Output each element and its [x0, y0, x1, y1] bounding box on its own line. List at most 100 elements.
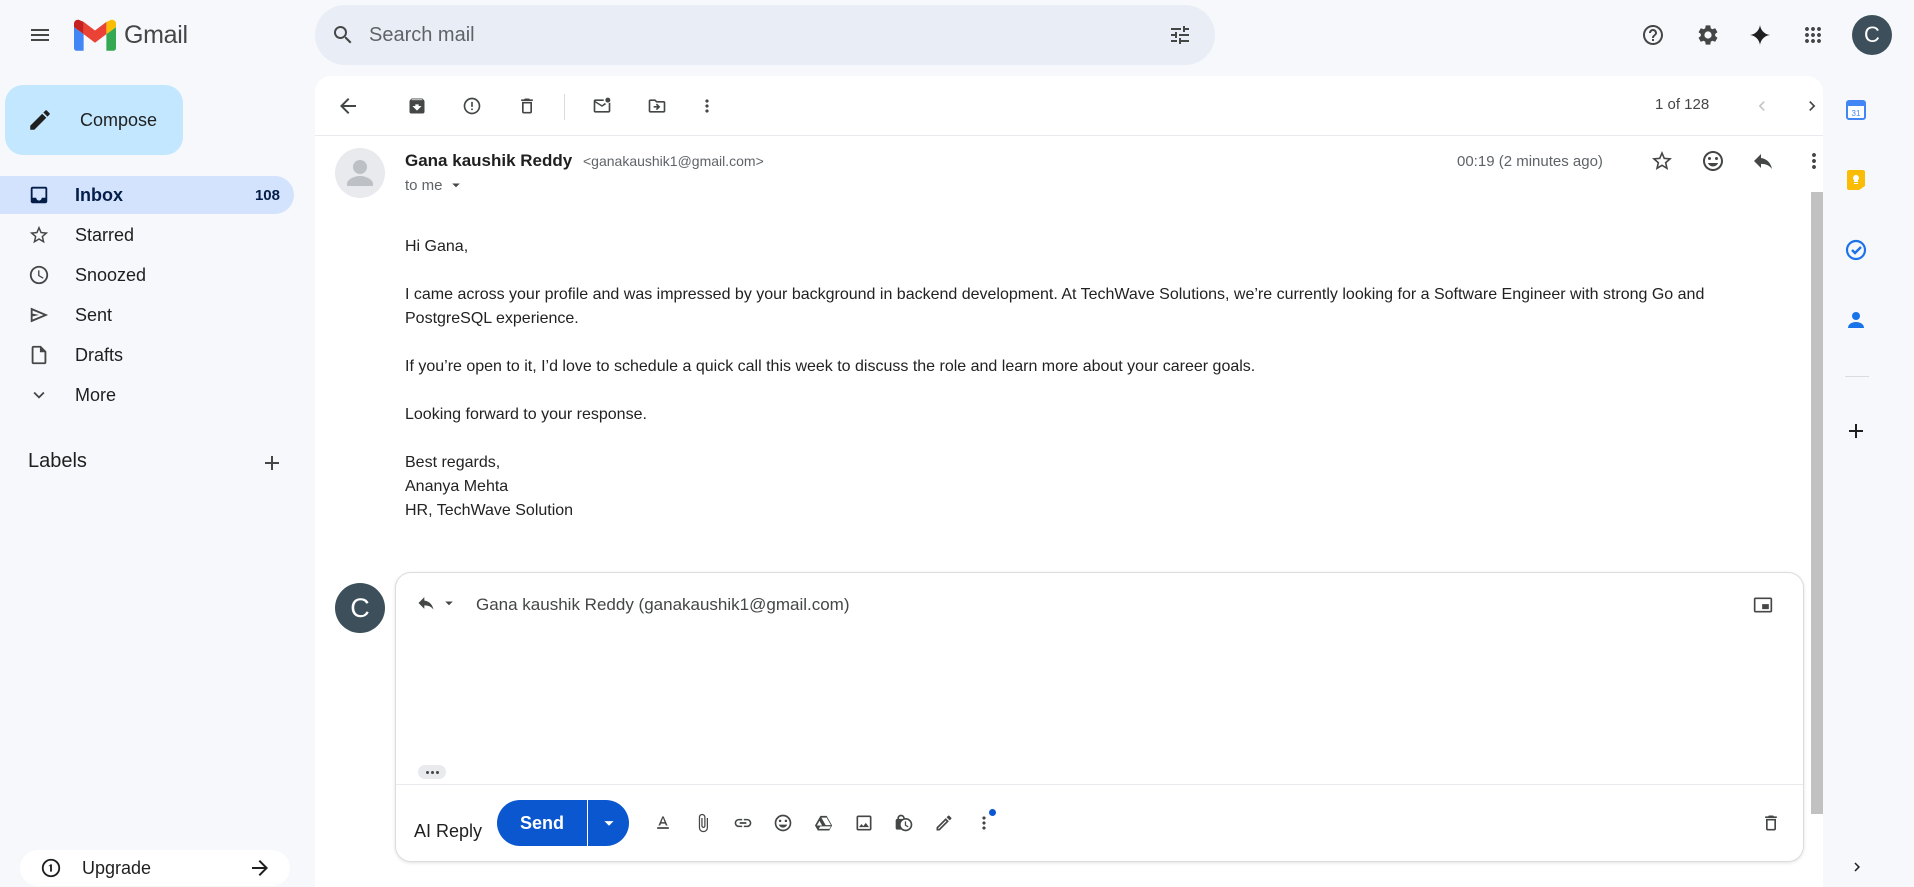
nav-item-inbox[interactable]: Inbox 108 [0, 176, 294, 214]
newer-button[interactable] [1742, 86, 1782, 126]
search-button[interactable] [323, 15, 363, 55]
send-button-group: Send [497, 800, 629, 846]
nav-item-starred[interactable]: Starred [0, 216, 294, 254]
apps-grid-icon [1805, 27, 1821, 43]
keep-button[interactable] [1838, 162, 1874, 198]
drive-icon [814, 815, 833, 831]
plus-icon [265, 456, 279, 470]
older-button[interactable] [1792, 86, 1823, 126]
hamburger-menu-icon [31, 29, 49, 41]
caret-down-icon [451, 183, 460, 188]
star-button[interactable] [1642, 141, 1682, 181]
confidential-mode-button[interactable] [884, 803, 924, 843]
back-button[interactable] [328, 86, 368, 126]
insert-link-button[interactable] [723, 803, 763, 843]
more-vert-icon [705, 99, 709, 113]
google-apps-button[interactable] [1793, 15, 1833, 55]
search-input[interactable] [369, 5, 1149, 65]
discard-draft-button[interactable] [1751, 803, 1791, 843]
body-paragraph: If you’re open to it, I’d love to schedu… [405, 358, 1256, 375]
signature-line: Best regards, [405, 454, 501, 471]
recipient-details-toggle[interactable]: to me [405, 176, 465, 194]
send-icon [30, 307, 49, 323]
insert-emoji-button[interactable] [763, 803, 803, 843]
insert-signature-button[interactable] [924, 803, 964, 843]
add-reaction-button[interactable] [1693, 141, 1733, 181]
signature-line: Ananya Mehta [405, 478, 509, 495]
reply-recipient[interactable]: Gana kaushik Reddy (ganakaushik1@gmail.c… [476, 595, 850, 615]
nav-item-drafts[interactable]: Drafts [0, 336, 294, 374]
mark-unread-button[interactable] [582, 86, 622, 126]
unread-count: 108 [254, 186, 280, 204]
archive-button[interactable] [397, 86, 437, 126]
nav-item-sent[interactable]: Sent [0, 296, 294, 334]
nav-item-more[interactable]: More [0, 376, 294, 414]
message-timestamp: 00:19 (2 minutes ago) [1457, 153, 1603, 170]
sender-name[interactable]: Gana kaushik Reddy [405, 151, 572, 171]
reply-icon [418, 597, 434, 610]
more-options-button[interactable] [964, 803, 1004, 843]
toolbar-divider [315, 135, 1823, 136]
show-trimmed-content-button[interactable] [418, 765, 446, 779]
body-paragraph: I came across your profile and was impre… [405, 286, 1705, 327]
reply-button[interactable] [1743, 141, 1783, 181]
show-side-panel-button[interactable] [1848, 858, 1866, 876]
upgrade-badge-icon [41, 858, 61, 878]
nav-item-label: Snoozed [75, 264, 147, 285]
composer-divider [396, 784, 1803, 785]
search-bar[interactable] [315, 5, 1215, 65]
scrollbar-thumb[interactable] [1811, 192, 1823, 814]
reply-type-dropdown[interactable] [416, 593, 458, 613]
caret-down-icon [445, 601, 453, 606]
insert-photo-button[interactable] [844, 803, 884, 843]
tasks-button[interactable] [1838, 232, 1874, 268]
sender-email: <ganakaushik1@gmail.com> [583, 153, 764, 169]
reply-icon [1754, 154, 1772, 169]
send-button[interactable]: Send [497, 800, 587, 846]
nav-item-snoozed[interactable]: Snoozed [0, 256, 294, 294]
pop-out-reply-button[interactable] [1743, 585, 1783, 625]
tune-icon [1171, 26, 1189, 44]
move-to-button[interactable] [637, 86, 677, 126]
compose-button[interactable]: Compose [5, 85, 183, 155]
star-icon [29, 225, 49, 244]
insert-drive-file-button[interactable] [804, 803, 844, 843]
main-menu-button[interactable] [20, 15, 60, 55]
calendar-button[interactable]: 31 [1838, 92, 1874, 128]
app-name: Gmail [124, 20, 188, 49]
my-avatar: C [335, 583, 385, 633]
more-actions-button[interactable] [687, 86, 727, 126]
reply-body-input[interactable] [416, 633, 1776, 753]
support-button[interactable] [1633, 15, 1673, 55]
sender-avatar[interactable] [335, 148, 385, 198]
arrow-back-icon [340, 98, 356, 114]
side-panel-divider [1845, 376, 1869, 377]
mark-unread-icon [593, 97, 611, 113]
emoji-icon [774, 814, 792, 832]
to-label: to me [405, 176, 443, 194]
picture-in-picture-icon [1753, 597, 1773, 613]
dot [435, 770, 439, 774]
person-icon [347, 160, 373, 186]
delete-button[interactable] [507, 86, 547, 126]
more-vert-icon [1812, 153, 1816, 169]
settings-button[interactable] [1688, 15, 1728, 55]
text-format-icon [657, 816, 669, 829]
get-addons-button[interactable] [1838, 413, 1874, 449]
search-options-button[interactable] [1160, 15, 1200, 55]
account-avatar[interactable]: C [1852, 15, 1892, 55]
ai-reply-button[interactable]: AI Reply [414, 821, 482, 842]
contacts-button[interactable] [1838, 302, 1874, 338]
upgrade-button[interactable]: Upgrade [20, 850, 290, 886]
report-spam-button[interactable] [452, 86, 492, 126]
attach-files-button[interactable] [683, 803, 723, 843]
send-options-button[interactable] [588, 800, 629, 846]
gmail-logo[interactable]: Gmail [74, 19, 188, 51]
nav-item-label: Sent [75, 304, 113, 325]
formatting-options-button[interactable] [643, 803, 683, 843]
labels-heading: Labels [28, 450, 87, 472]
message-more-button[interactable] [1794, 141, 1823, 181]
create-label-button[interactable] [252, 443, 292, 483]
gemini-button[interactable] [1740, 15, 1780, 55]
toolbar-divider [564, 94, 565, 120]
